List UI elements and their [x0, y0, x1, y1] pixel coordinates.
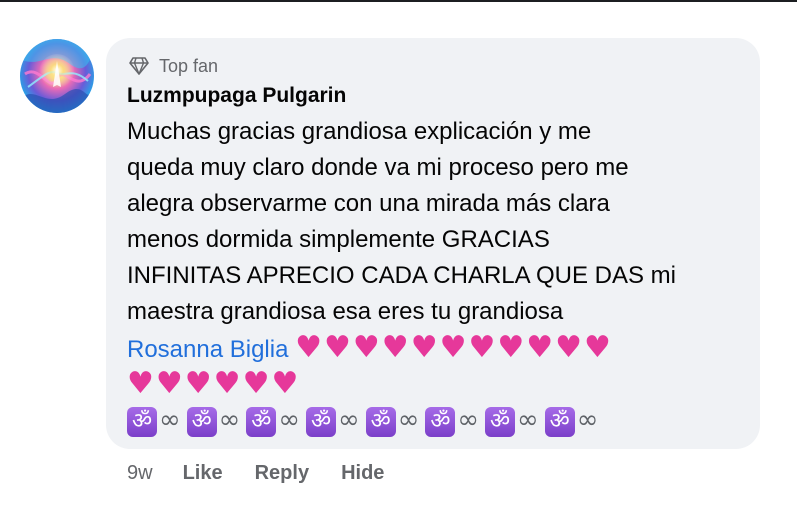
om-infinity-line: ॐ ∞ ॐ ∞ ॐ ∞ ॐ ∞ ॐ ∞ ॐ ∞ ॐ ∞ ॐ ∞	[127, 402, 747, 438]
pink-heart-icon: ♥♥♥♥♥♥♥♥♥♥♥	[295, 330, 613, 365]
comment-bubble: Top fan Luzmpupaga Pulgarin Muchas graci…	[106, 38, 760, 449]
om-symbol-icon: ॐ	[485, 407, 516, 437]
comment-line: alegra observarme con una mirada más cla…	[127, 190, 610, 217]
infinity-icon: ∞	[576, 405, 599, 435]
mention-link[interactable]: Rosanna Biglia	[127, 336, 288, 363]
pink-heart-icon: ♥♥♥♥♥♥	[127, 366, 301, 401]
om-symbol-icon: ॐ	[544, 407, 575, 437]
hide-button[interactable]: Hide	[341, 462, 384, 485]
comment-author[interactable]: Luzmpupaga Pulgarin	[127, 84, 346, 108]
comment-line: menos dormida simplemente GRACIAS	[127, 226, 550, 253]
timestamp[interactable]: 9w	[127, 462, 153, 485]
om-symbol-icon: ॐ	[246, 407, 277, 437]
top-divider	[0, 0, 797, 2]
comment-line: INFINITAS APRECIO CADA CHARLA QUE DAS mi	[127, 262, 676, 289]
om-symbol-icon: ॐ	[365, 407, 396, 437]
om-symbol-icon: ॐ	[127, 407, 157, 437]
comment-actions: 9w Like Reply Hide	[127, 460, 416, 486]
top-fan-badge[interactable]: Top fan	[129, 55, 218, 77]
infinity-icon: ∞	[457, 405, 480, 435]
like-button[interactable]: Like	[183, 462, 223, 485]
comment-line: Muchas gracias grandiosa explicación y m…	[127, 118, 592, 145]
infinity-icon: ∞	[218, 405, 241, 435]
infinity-icon: ∞	[397, 405, 420, 435]
mention-line: Rosanna Biglia ♥♥♥♥♥♥♥♥♥♥♥	[127, 330, 747, 366]
comment-line: maestra grandiosa esa eres tu grandiosa	[127, 298, 564, 325]
badge-label: Top fan	[159, 55, 219, 76]
avatar[interactable]	[20, 39, 94, 113]
infinity-icon: ∞	[278, 405, 301, 435]
diamond-icon	[129, 57, 149, 75]
comment-text: Muchas gracias grandiosa explicación y m…	[127, 114, 747, 438]
infinity-icon: ∞	[517, 405, 539, 435]
infinity-icon: ∞	[159, 405, 181, 435]
reply-button[interactable]: Reply	[255, 462, 309, 485]
comment-line: queda muy claro donde va mi proceso pero…	[127, 154, 629, 181]
om-symbol-icon: ॐ	[186, 407, 217, 437]
om-symbol-icon: ॐ	[306, 407, 337, 437]
om-symbol-icon: ॐ	[425, 407, 456, 437]
hearts-line: ♥♥♥♥♥♥	[127, 366, 747, 402]
infinity-icon: ∞	[338, 405, 360, 435]
avatar-image	[20, 39, 94, 113]
